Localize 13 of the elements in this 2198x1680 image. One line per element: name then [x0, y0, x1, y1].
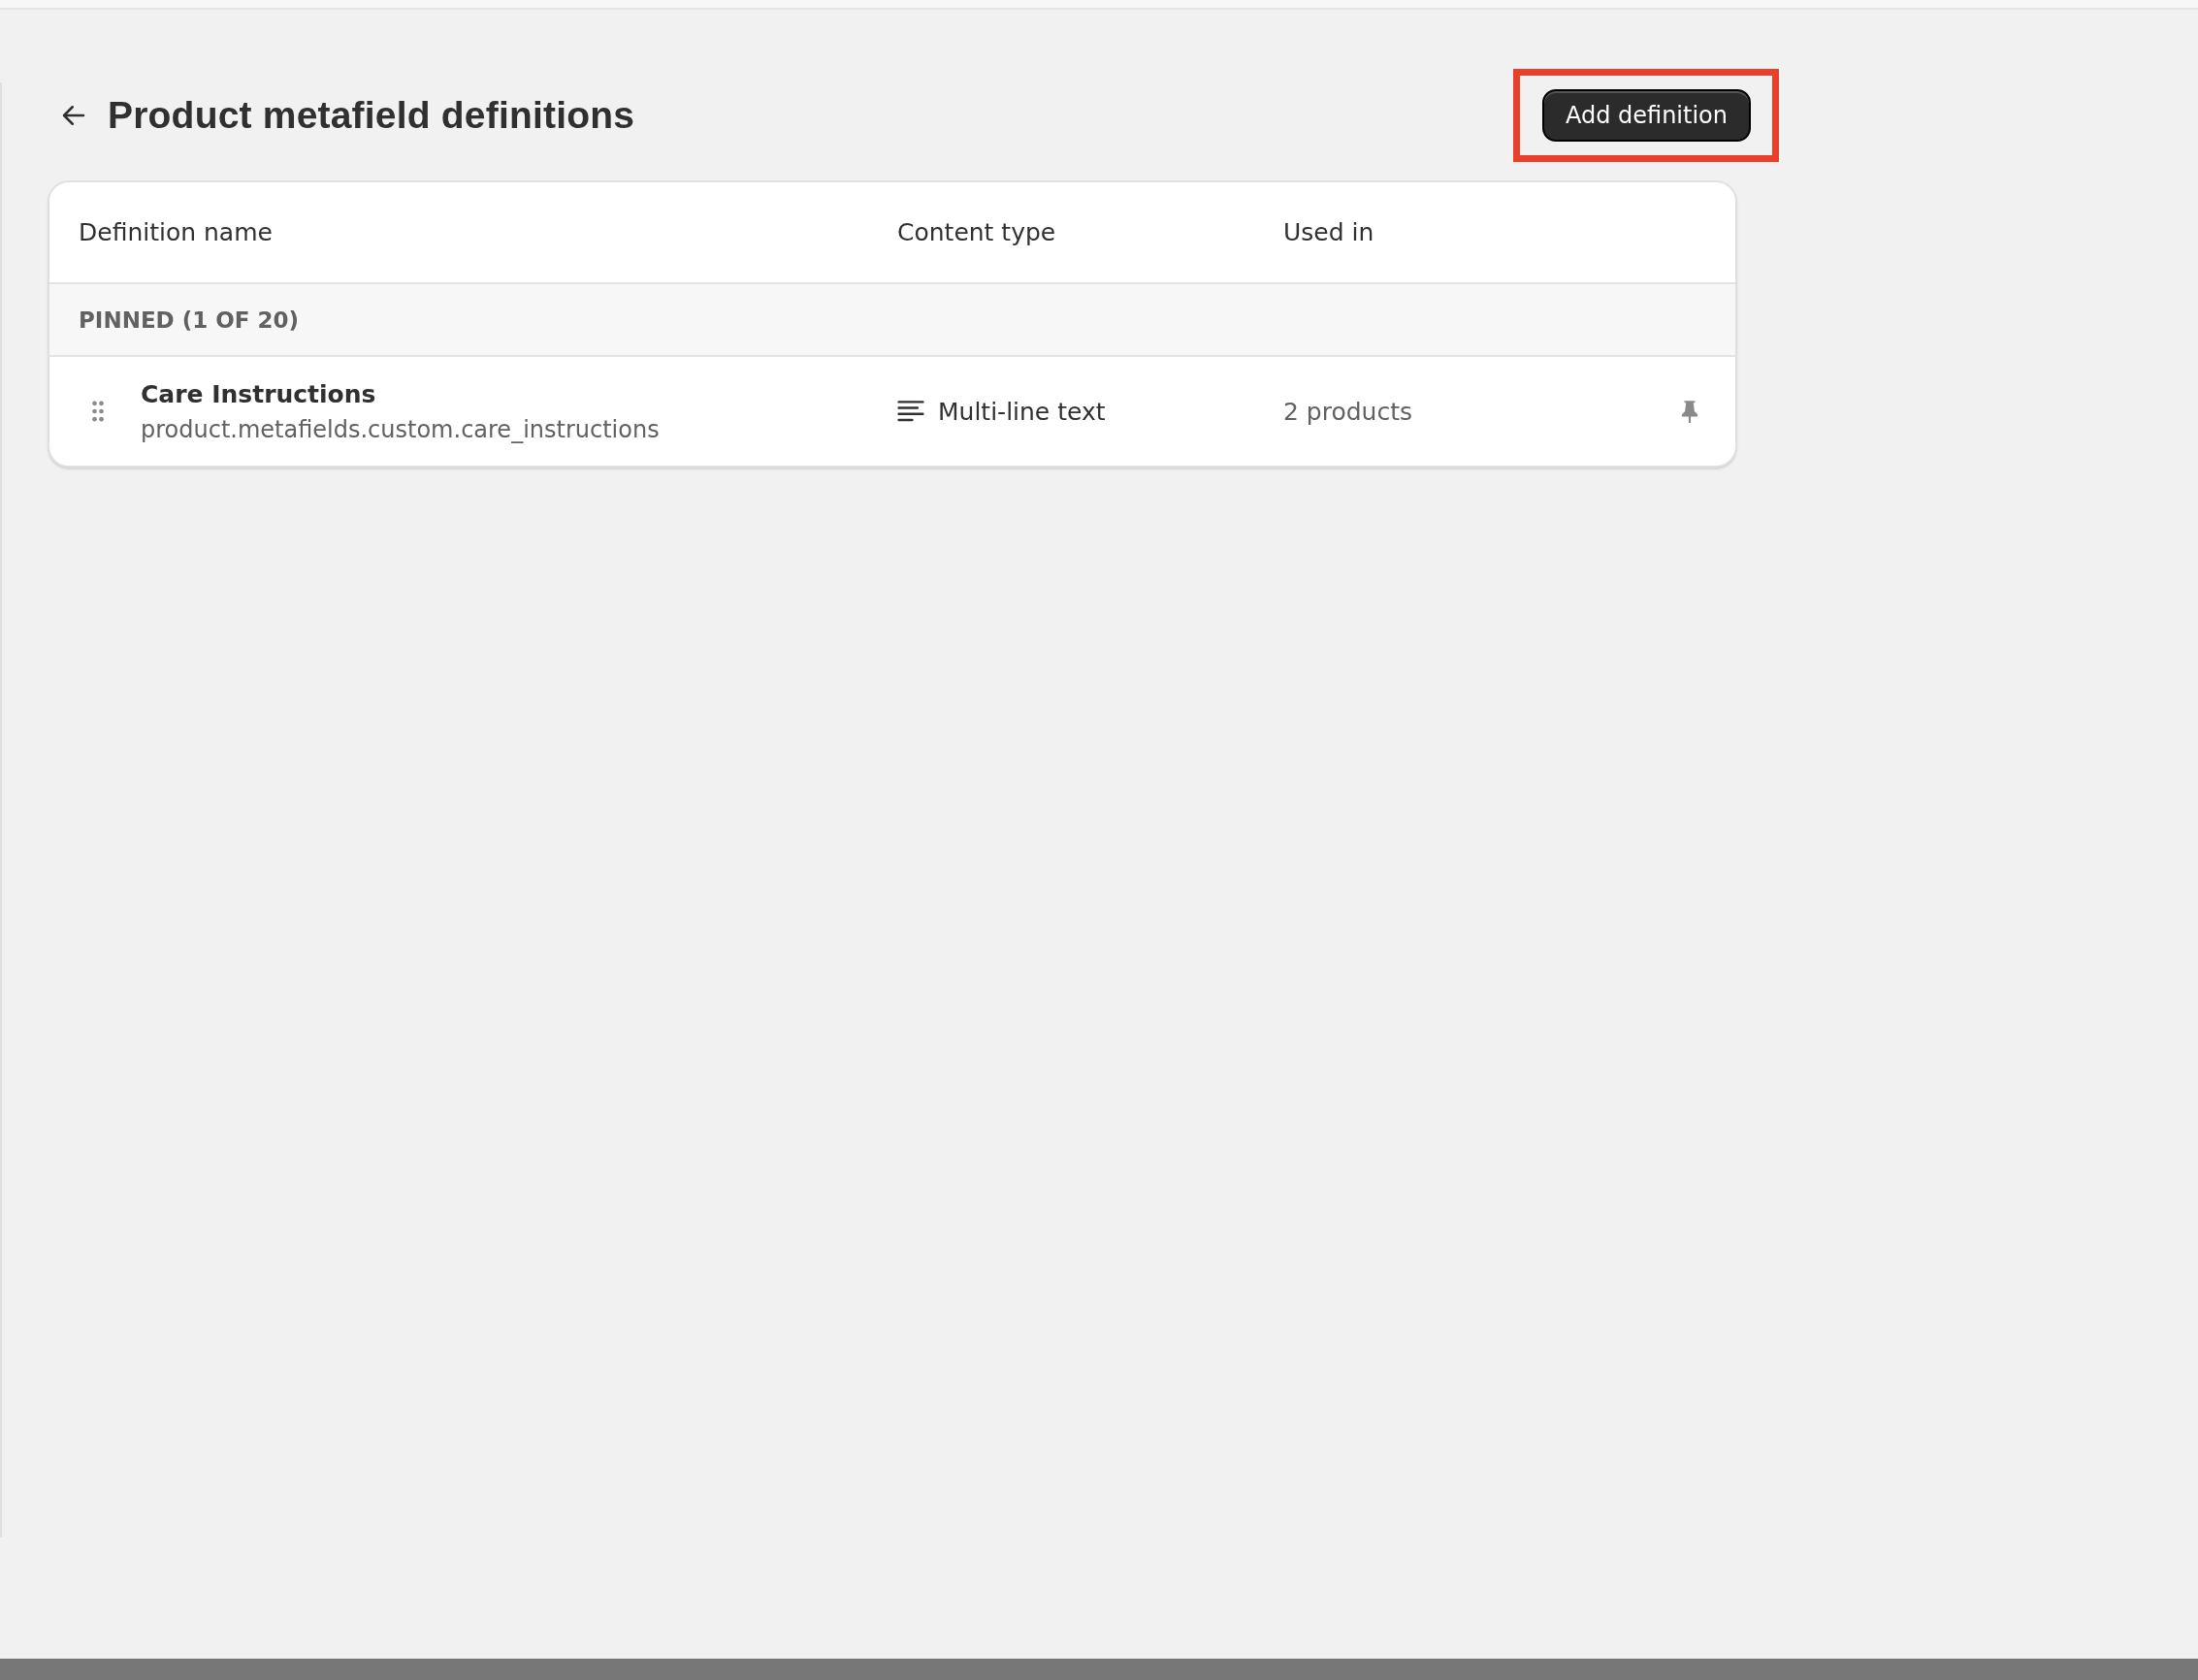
definition-key: product.metafields.custom.care_instructions [141, 415, 868, 443]
drag-handle-icon[interactable] [91, 400, 105, 423]
text-lines-icon [897, 401, 924, 422]
used-in-count: 2 products [1283, 397, 1414, 426]
pin-icon[interactable] [1679, 399, 1700, 424]
definition-name[interactable]: Care Instructions [141, 379, 868, 408]
section-heading: PINNED (1 OF 20) [79, 307, 300, 333]
column-header: Used in [1283, 218, 1375, 246]
page-title: Product metafield definitions [108, 94, 635, 137]
column-header: Definition name [79, 218, 274, 246]
content-type: Multi-line text [938, 397, 1106, 426]
column-header: Content type [897, 218, 1057, 246]
add-definition-button[interactable]: Add definition [1541, 89, 1751, 142]
